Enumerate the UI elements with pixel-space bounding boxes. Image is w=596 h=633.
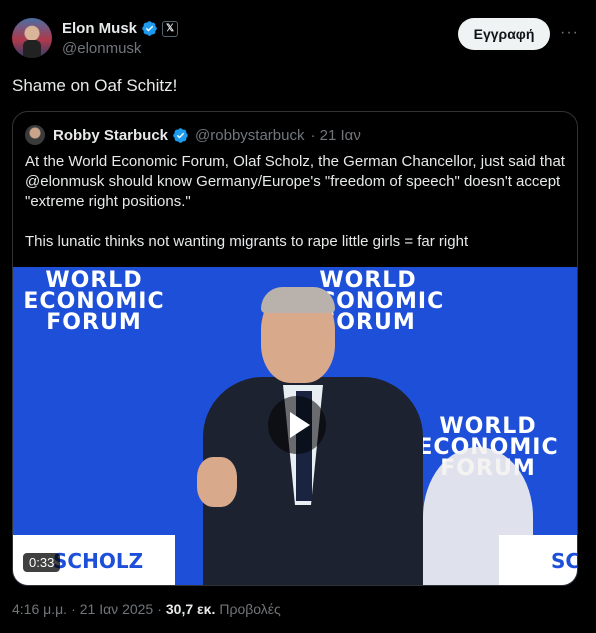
tweet-header: Elon Musk 𝕏 @elonmusk Εγγραφή ···	[12, 16, 584, 60]
tweet-date[interactable]: 21 Ιαν 2025	[80, 601, 153, 617]
views-count: 30,7 εκ.	[165, 601, 216, 617]
video-player[interactable]: WORLD ECONOMIC FORUM WORLD ECONOMIC FORUM WO…	[13, 267, 577, 585]
tweet-time[interactable]: 4:16 μ.μ.	[12, 601, 67, 617]
play-button[interactable]	[268, 396, 326, 454]
x-logo-icon: 𝕏	[162, 20, 179, 37]
more-options-icon[interactable]: ···	[560, 24, 579, 42]
video-nameplate: SCH	[499, 535, 577, 585]
video-duration: 0:33	[23, 553, 61, 572]
video-backdrop-logo: WORLDECONOMICFORUM	[23, 268, 165, 335]
quoted-tweet-text: At the World Economic Forum, Olaf Scholz…	[25, 153, 565, 250]
verified-badge-icon	[173, 127, 188, 143]
meta-separator: ·	[157, 601, 162, 617]
quoted-tweet[interactable]: Robby Starbuck @robbystarbuck · 21 Ιαν A…	[12, 111, 578, 586]
quoted-author-avatar	[25, 125, 45, 145]
tweet-meta: 4:16 μ.μ. · 21 Ιαν 2025 · 30,7 εκ. Προβο…	[12, 601, 281, 617]
meta-separator: ·	[71, 601, 76, 617]
author-display-name[interactable]: Elon Musk	[62, 20, 137, 37]
quoted-tweet-date: · 21 Ιαν	[310, 126, 361, 144]
subscribe-button[interactable]: Εγγραφή	[458, 18, 550, 50]
author-handle[interactable]: @elonmusk	[62, 40, 141, 57]
play-icon	[290, 412, 310, 438]
quoted-tweet-header: Robby Starbuck @robbystarbuck · 21 Ιαν	[25, 125, 361, 145]
author-name-row: Elon Musk 𝕏	[62, 20, 179, 37]
tweet-text: Shame on Oaf Schitz!	[12, 76, 178, 95]
quoted-author-handle: @robbystarbuck	[195, 126, 305, 144]
author-avatar[interactable]	[12, 18, 52, 58]
quoted-author-name: Robby Starbuck	[53, 126, 169, 144]
verified-badge-icon	[142, 21, 157, 36]
views-label: Προβολές	[219, 601, 281, 617]
